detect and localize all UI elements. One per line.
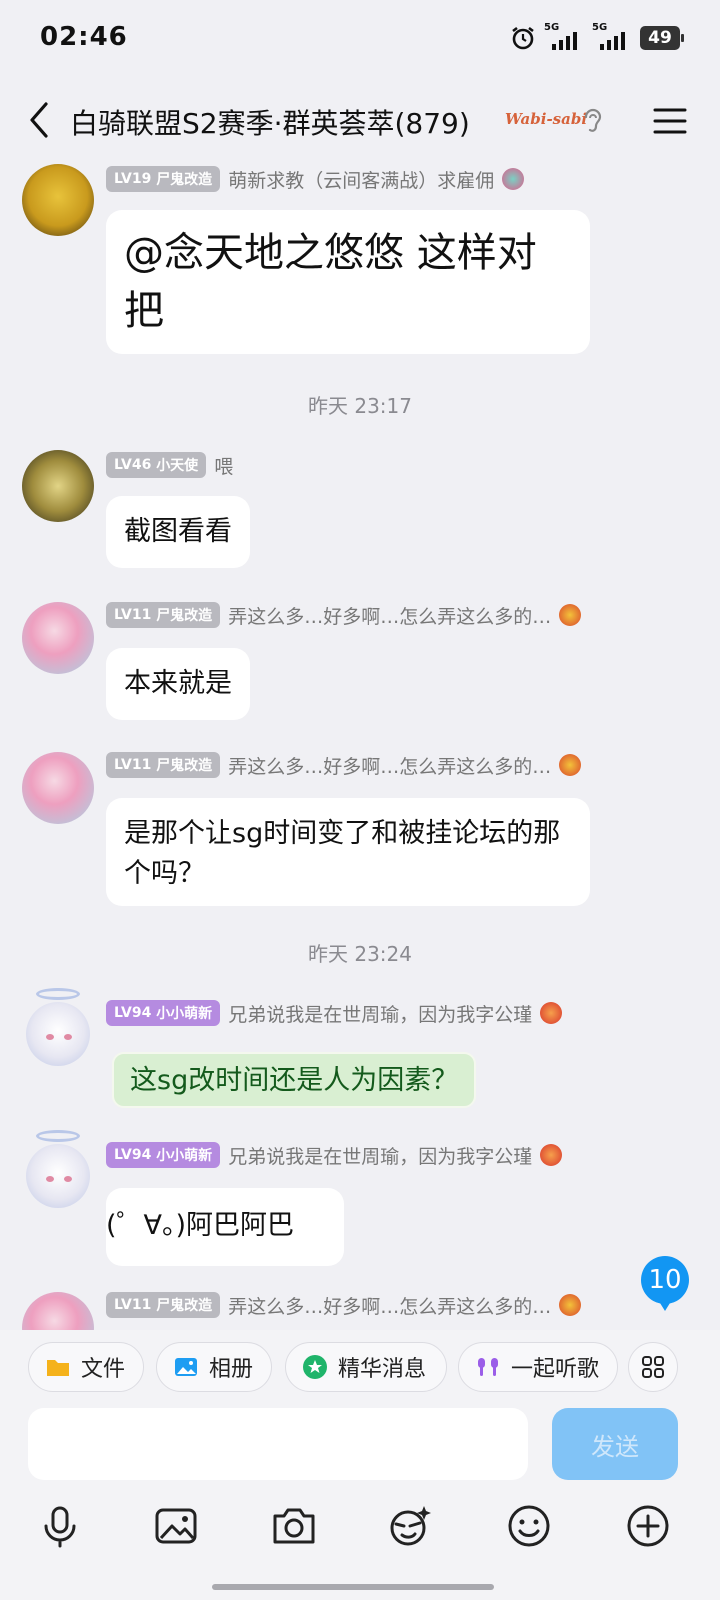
medal-icon	[502, 168, 525, 190]
signal-icon: 5G	[592, 22, 632, 52]
avatar[interactable]	[14, 1126, 102, 1214]
sticker-icon[interactable]	[386, 1502, 434, 1550]
quick-actions-bar: 文件 相册 精华消息 一起听歌	[0, 1330, 720, 1404]
message-bubble[interactable]: 这sg改时间还是人为因素？	[112, 1052, 477, 1108]
flame-icon	[540, 1002, 563, 1024]
message-bubble[interactable]: 截图看看	[106, 496, 250, 568]
grid-icon	[642, 1356, 664, 1378]
group-badge: Wabi-sabi	[505, 110, 588, 128]
message-bubble[interactable]: @念天地之悠悠 这样对把	[106, 210, 590, 354]
signal-icon: 5G	[544, 22, 584, 52]
group-title[interactable]: 白骑联盟S2赛季·群英荟萃(879)	[70, 102, 470, 142]
status-bar: 02:46 5G 5G 49	[0, 0, 720, 80]
sender-name[interactable]: 兄弟说我是在世周瑜，因为我字公瑾	[228, 1142, 532, 1169]
plus-icon[interactable]	[624, 1502, 672, 1550]
avatar[interactable]	[22, 450, 94, 522]
home-indicator[interactable]	[212, 1584, 494, 1590]
level-badge: LV11 尸鬼改造	[106, 1292, 221, 1318]
avatar[interactable]	[22, 602, 94, 674]
star-icon	[303, 1355, 327, 1379]
message-bubble[interactable]: (゜∀。)阿巴阿巴	[106, 1188, 344, 1266]
file-button[interactable]: 文件	[28, 1342, 144, 1392]
level-badge: LV11 尸鬼改造	[106, 752, 221, 778]
medal-icon	[559, 754, 582, 776]
sender-name[interactable]: 弄这么多…好多啊…怎么弄这么多的…	[228, 1292, 551, 1319]
level-badge: LV19 尸鬼改造	[106, 166, 221, 192]
sender-name[interactable]: 兄弟说我是在世周瑜，因为我字公瑾	[228, 1000, 532, 1027]
folder-icon	[47, 1360, 69, 1376]
image-icon	[175, 1358, 197, 1376]
message-list[interactable]: LV19 尸鬼改造 萌新求教（云间客满战）求雇佣 @念天地之悠悠 这样对把 昨天…	[0, 162, 720, 1355]
message-bubble[interactable]: 是那个让sg时间变了和被挂论坛的那个吗？	[106, 798, 590, 906]
avatar[interactable]	[22, 164, 94, 236]
emoji-icon[interactable]	[505, 1502, 553, 1550]
unread-count-badge[interactable]: 10	[641, 1256, 689, 1311]
ear-icon[interactable]	[582, 106, 604, 136]
camera-icon[interactable]	[270, 1502, 318, 1550]
sender-name[interactable]: 弄这么多…好多啊…怎么弄这么多的…	[228, 752, 551, 779]
avatar[interactable]	[14, 984, 102, 1072]
microphone-icon[interactable]	[36, 1502, 84, 1550]
sender-name[interactable]: 萌新求教（云间客满战）求雇佣	[228, 166, 494, 193]
featured-messages-button[interactable]: 精华消息	[285, 1342, 447, 1392]
timestamp: 昨天 23:24	[308, 942, 412, 966]
more-apps-button[interactable]	[628, 1342, 678, 1392]
timestamp: 昨天 23:17	[308, 394, 412, 418]
level-badge: LV46 小天使	[106, 452, 207, 478]
alarm-icon	[512, 26, 534, 50]
earbuds-icon	[478, 1358, 498, 1376]
menu-icon[interactable]	[652, 106, 688, 136]
flame-icon	[540, 1144, 563, 1166]
level-badge: LV11 尸鬼改造	[106, 602, 221, 628]
send-button[interactable]: 发送	[552, 1408, 678, 1480]
medal-icon	[559, 1294, 582, 1316]
medal-icon	[559, 604, 582, 626]
album-button[interactable]: 相册	[156, 1342, 272, 1392]
image-icon[interactable]	[152, 1502, 200, 1550]
sender-name[interactable]: 喂	[214, 452, 233, 479]
message-bubble[interactable]: 本来就是	[106, 648, 250, 720]
listen-together-button[interactable]: 一起听歌	[458, 1342, 618, 1392]
chat-header: 白骑联盟S2赛季·群英荟萃(879) Wabi-sabi	[0, 80, 720, 162]
sender-name[interactable]: 弄这么多…好多啊…怎么弄这么多的…	[228, 602, 551, 629]
clock: 02:46	[40, 22, 128, 52]
battery-indicator: 49	[640, 26, 684, 50]
level-badge: LV94 小小萌新	[106, 1142, 221, 1168]
avatar[interactable]	[22, 752, 94, 824]
back-arrow-icon[interactable]	[24, 100, 54, 140]
input-row: 发送	[0, 1404, 720, 1488]
message-input[interactable]	[28, 1408, 528, 1480]
level-badge: LV94 小小萌新	[106, 1000, 221, 1026]
